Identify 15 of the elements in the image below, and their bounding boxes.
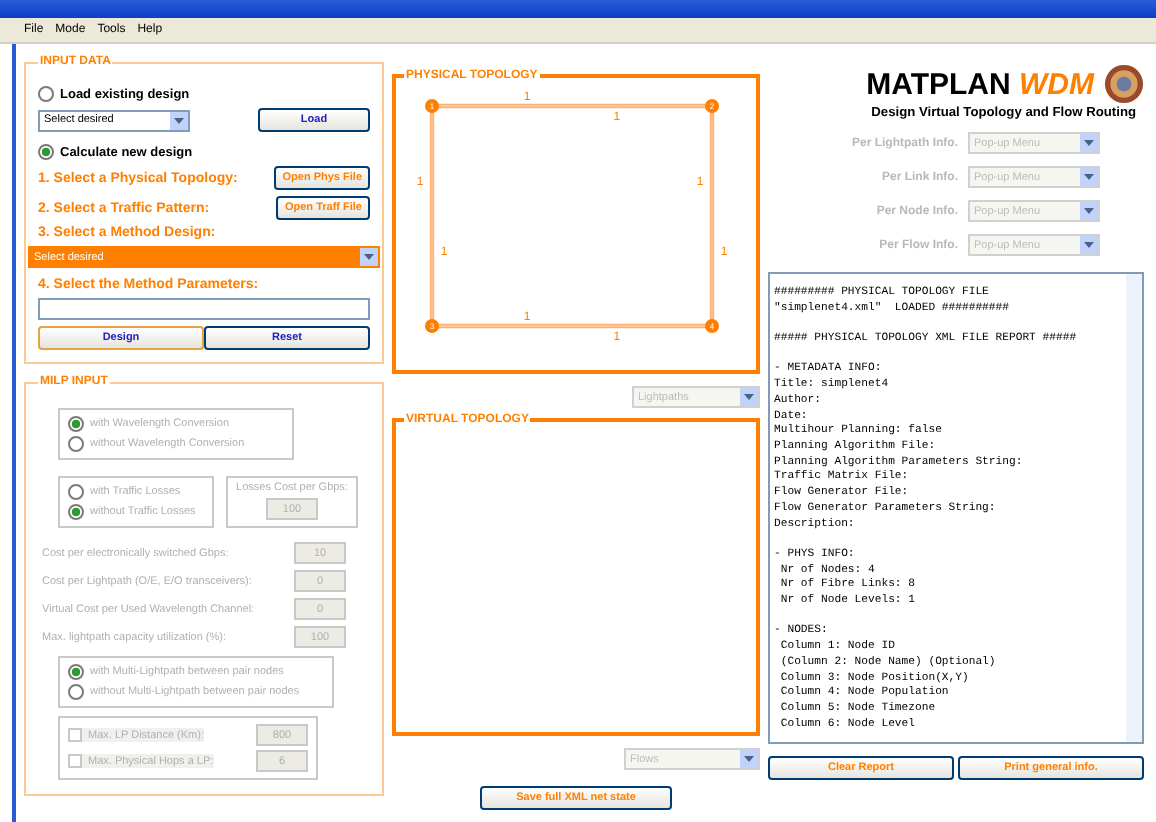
caret-icon — [1084, 174, 1094, 180]
input-field[interactable] — [38, 298, 370, 320]
radio-dot[interactable] — [38, 86, 54, 102]
app-logo-title: MATPLAN WDM — [866, 67, 1094, 101]
caret-icon — [1084, 242, 1094, 248]
radio-dot[interactable] — [38, 144, 54, 160]
caret-icon — [364, 254, 374, 260]
caret-icon — [744, 756, 754, 762]
seal-icon — [1104, 64, 1144, 104]
caret-icon — [1084, 208, 1094, 214]
caret-icon — [744, 394, 754, 400]
scrollbar[interactable] — [1126, 274, 1142, 742]
caret-icon — [1084, 140, 1094, 146]
caret-icon — [174, 117, 184, 123]
report-area[interactable] — [768, 272, 1144, 744]
